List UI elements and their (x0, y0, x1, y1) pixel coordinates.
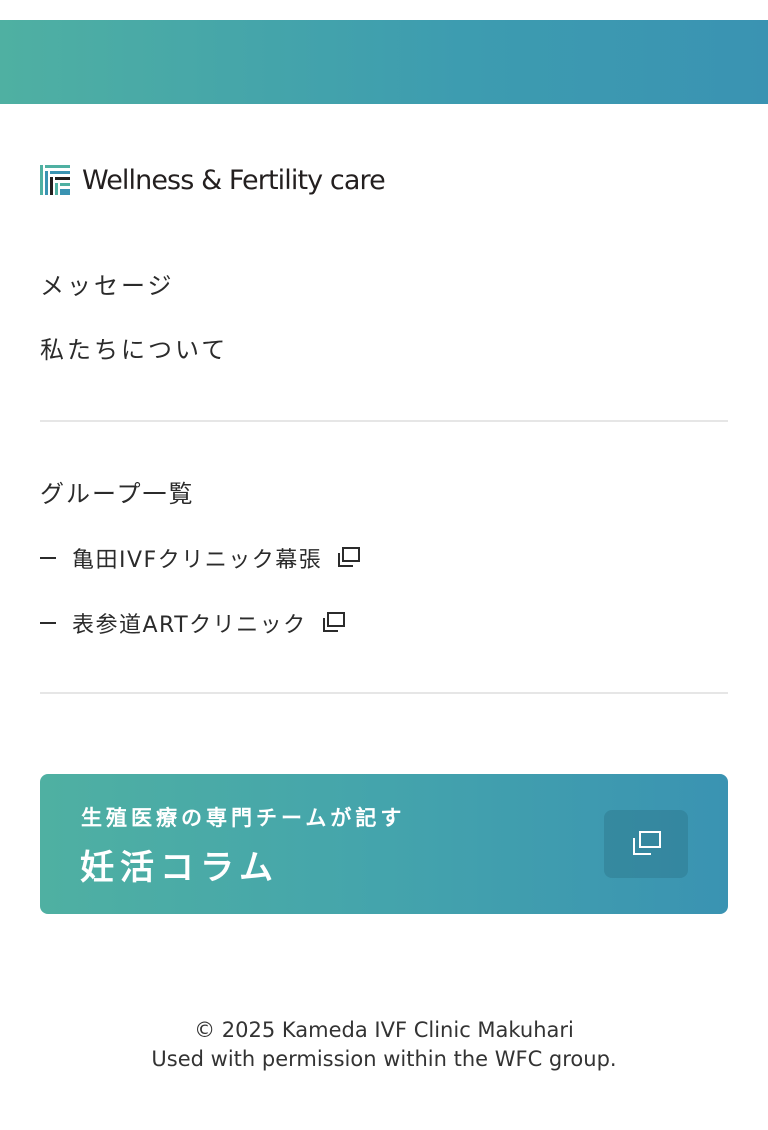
logo-mark-icon (40, 165, 70, 195)
group-list-heading: グループ一覧 (40, 480, 195, 508)
dash-icon (40, 622, 56, 624)
external-link-icon (322, 612, 345, 632)
section-divider (40, 692, 728, 694)
footer: © 2025 Kameda IVF Clinic Makuhari Used w… (0, 1016, 768, 1074)
nav-item-message[interactable]: メッセージ (40, 266, 175, 301)
group-link-label: 亀田IVFクリニック幕張 (72, 548, 323, 573)
brand-name: Wellness & Fertility care (82, 164, 386, 196)
footer-permission: Used with permission within the WFC grou… (151, 1047, 617, 1071)
brand-logo[interactable]: Wellness & Fertility care (40, 160, 386, 200)
group-link-label: 表参道ARTクリニック (72, 613, 307, 638)
section-divider (40, 420, 728, 422)
banner-subtitle: 生殖医療の専門チームが記す (81, 806, 406, 830)
group-link-omotesando-art[interactable]: 表参道ARTクリニック (40, 607, 347, 639)
banner-title: 妊活コラム (80, 848, 279, 888)
external-link-icon (338, 547, 361, 567)
banner-icon-box (604, 810, 688, 878)
group-link-kameda-ivf[interactable]: 亀田IVFクリニック幕張 (40, 542, 362, 574)
dash-icon (40, 557, 56, 559)
external-link-icon (633, 831, 661, 855)
header-band (0, 20, 768, 104)
nav-item-about[interactable]: 私たちについて (40, 330, 228, 365)
column-banner[interactable]: 生殖医療の専門チームが記す 妊活コラム (40, 774, 728, 914)
footer-copyright: © 2025 Kameda IVF Clinic Makuhari (194, 1018, 574, 1042)
